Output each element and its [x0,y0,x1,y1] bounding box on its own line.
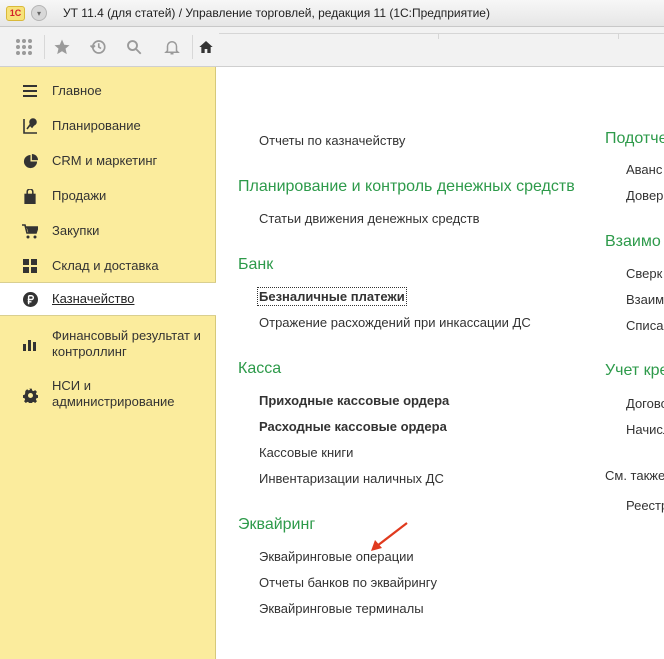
star-icon[interactable] [44,27,80,67]
link-incoming-cash-orders[interactable]: Приходные кассовые ордера [259,393,449,408]
link-registry[interactable]: Реестр [626,498,664,513]
ruble-coin-icon [22,291,38,307]
link-outgoing-cash-orders[interactable]: Расходные кассовые ордера [259,419,447,434]
link-cash-flow-items[interactable]: Статьи движения денежных средств [259,211,480,226]
heading-planning-control: Планирование и контроль денежных средств [238,178,575,195]
history-icon[interactable] [80,27,116,67]
search-icon[interactable] [116,27,152,67]
sidebar-item-label-line2: администрирование [52,394,175,409]
annotation-arrow-icon [371,522,408,551]
link-powers-of-attorney[interactable]: Довер [626,188,663,203]
link-acquiring-bank-reports[interactable]: Отчеты банков по эквайрингу [259,575,437,590]
bell-icon[interactable] [154,27,190,67]
shopping-bag-icon [22,188,38,204]
sidebar-item-label: Финансовый результат и [52,328,201,343]
sidebar-item-label: CRM и маркетинг [52,153,158,168]
link-cash-books[interactable]: Кассовые книги [259,445,353,460]
link-reconciliations[interactable]: Сверк [626,266,662,281]
link-offsets[interactable]: Взаим [626,292,664,307]
link-write-offs[interactable]: Списа [626,318,663,333]
link-advance-reports[interactable]: Аванс [626,162,662,177]
cart-icon [22,223,38,239]
sidebar-item-label: Закупки [52,223,100,238]
sidebar-item-financial-result[interactable]: Финансовый результат и контроллинг [0,328,216,360]
sidebar-item-warehouse[interactable]: Склад и доставка [0,258,216,274]
gear-icon [22,387,38,403]
heading-bank: Банк [238,256,274,273]
link-collection-discrepancies[interactable]: Отражение расхождений при инкассации ДС [259,315,531,330]
treasury-section-panel: Отчеты по казначейству Планирование и ко… [217,67,664,659]
top-toolbar [0,27,664,67]
sidebar-item-label: Продажи [52,188,107,203]
sidebar-item-treasury[interactable]: Казначейство [0,282,216,316]
window-title: УТ 11.4 (для статей) / Управление торгов… [63,6,490,20]
window-title-bar: 1С ▾ УТ 11.4 (для статей) / Управление т… [0,0,664,27]
link-noncash-payments[interactable]: Безналичные платежи [257,287,407,306]
link-acquiring-terminals[interactable]: Эквайринговые терминалы [259,601,424,616]
sidebar-item-label: НСИ и [52,378,91,393]
tab-strip [219,33,664,34]
heading-cashbox: Касса [238,360,282,377]
link-cash-inventories[interactable]: Инвентаризации наличных ДС [259,471,444,486]
home-icon[interactable] [194,27,218,67]
link-treasury-reports[interactable]: Отчеты по казначейству [259,133,405,148]
warehouse-grid-icon [22,258,38,274]
sidebar-item-label: Главное [52,83,102,98]
planning-icon [22,118,38,134]
sidebar-item-admin[interactable]: НСИ и администрирование [0,378,216,410]
see-also-label: См. также [605,468,664,483]
link-accruals[interactable]: Начисл [626,422,664,437]
sections-sidebar: Главное Планирование CRM и маркетинг Про… [0,67,216,659]
heading-settlements: Взаимо [605,233,661,250]
sidebar-item-sales[interactable]: Продажи [0,188,216,204]
pie-chart-icon [22,153,38,169]
sidebar-item-label: Казначейство [52,291,135,306]
heading-acquiring: Эквайринг [238,516,316,533]
sidebar-item-crm[interactable]: CRM и маркетинг [0,153,216,169]
sidebar-item-label-line2: контроллинг [52,344,127,359]
sidebar-item-purchases[interactable]: Закупки [0,223,216,239]
bar-chart-icon [22,336,38,352]
sidebar-item-main[interactable]: Главное [0,83,216,99]
heading-accountable-persons: Подотче [605,130,664,147]
sidebar-item-label: Склад и доставка [52,258,159,273]
menu-lines-icon [22,83,38,99]
link-contracts[interactable]: Догово [626,396,664,411]
app-logo-icon[interactable]: 1С [6,5,25,21]
main-menu-button[interactable]: ▾ [31,5,47,21]
sidebar-item-planning[interactable]: Планирование [0,118,216,134]
sidebar-item-label: Планирование [52,118,141,133]
apps-grid-icon[interactable] [6,27,42,67]
heading-credit-accounting: Учет кре [605,362,664,379]
